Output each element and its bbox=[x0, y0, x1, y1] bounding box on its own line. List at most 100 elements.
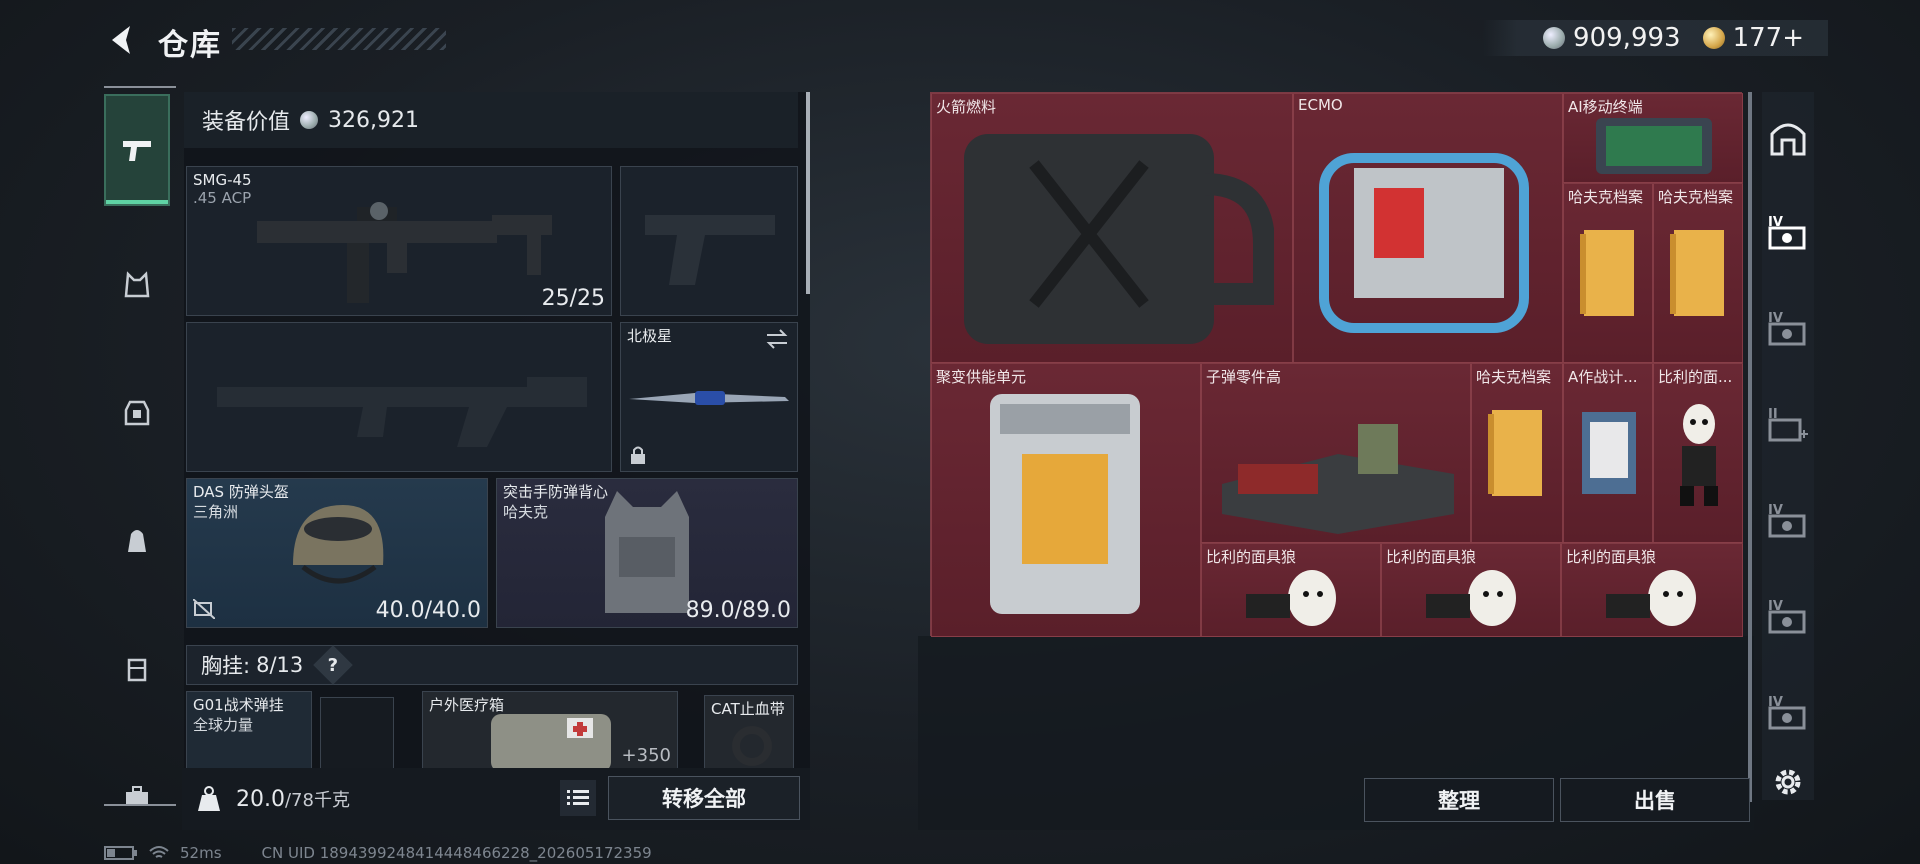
category-tab-backpack[interactable] bbox=[104, 506, 170, 576]
rail-stash-page-2[interactable]: IV bbox=[1766, 306, 1810, 350]
body-armor-icon bbox=[605, 491, 689, 613]
swap-icon bbox=[766, 329, 788, 349]
vest-item-slot[interactable]: G01战术弹挂 全球力量 bbox=[186, 691, 312, 771]
pistol-icon bbox=[123, 141, 151, 161]
stash-item-fusion-unit[interactable]: 聚变供能单元 bbox=[931, 363, 1201, 637]
vest-medkit-slot[interactable]: 户外医疗箱 +350 bbox=[422, 691, 678, 771]
stash-item-billy-wolf[interactable]: 比利的面具狼 bbox=[1381, 543, 1561, 637]
vest-item-name: G01战术弹挂 bbox=[193, 696, 284, 714]
melee-name: 北极星 bbox=[627, 327, 673, 345]
medkit-icon bbox=[491, 714, 611, 770]
sort-button[interactable]: 整理 bbox=[1364, 778, 1554, 822]
wifi-icon bbox=[149, 846, 169, 858]
item-label: 比利的面... bbox=[1658, 368, 1733, 386]
chest-rig-capacity: 8/13 bbox=[256, 653, 304, 677]
chest-rig-header: 胸挂: 8/13 ? bbox=[186, 645, 798, 685]
stash-item-ammo-parts[interactable]: 子弹零件高 bbox=[1201, 363, 1471, 543]
stash-item-billy-wolf[interactable]: 比利的面具狼 bbox=[1561, 543, 1743, 637]
silver-currency-amount: 909,993 bbox=[1573, 23, 1681, 53]
stash-scrollbar[interactable] bbox=[1748, 92, 1752, 802]
rail-stash-page-4[interactable]: IV bbox=[1766, 498, 1810, 542]
container-tier-icon: II bbox=[1768, 407, 1808, 442]
pistol-silhouette-icon bbox=[645, 215, 775, 285]
item-label: 哈夫克档案 bbox=[1476, 368, 1552, 386]
rail-stash-page-6[interactable]: IV bbox=[1766, 690, 1810, 734]
stash-item-ecmo[interactable]: ECMO bbox=[1293, 93, 1563, 363]
container-tier-icon: IV bbox=[1768, 503, 1806, 538]
stash-item-dossier[interactable]: 哈夫克档案 bbox=[1653, 183, 1743, 363]
sidearm-slot-empty[interactable] bbox=[620, 166, 798, 316]
back-button[interactable] bbox=[100, 18, 144, 62]
category-tab-toolbox[interactable] bbox=[104, 762, 170, 832]
weight-max: /78千克 bbox=[284, 790, 350, 811]
toolbox-icon bbox=[126, 786, 148, 806]
vest-item-name: CAT止血带 bbox=[711, 700, 785, 718]
equipment-panel: 装备价值 326,921 SMG-45 .45 ACP 25/25 北极星 DA… bbox=[182, 92, 810, 830]
case-icon bbox=[127, 658, 147, 682]
puppet-icon bbox=[1680, 404, 1718, 506]
dossier-icon bbox=[1580, 230, 1634, 316]
weapon-ammo: 25/25 bbox=[541, 286, 605, 311]
container-tier-icon: IV bbox=[1768, 695, 1806, 730]
category-tab-vest[interactable] bbox=[104, 250, 170, 320]
helmet-durability: 40.0/40.0 bbox=[375, 598, 481, 623]
transfer-all-button[interactable]: 转移全部 bbox=[608, 776, 800, 820]
category-rail-bottom-divider bbox=[104, 804, 176, 806]
equipment-bottom-bar: 20.0/78千克 转移全部 bbox=[182, 768, 810, 830]
notebook-icon bbox=[1582, 412, 1636, 494]
category-tab-weapons[interactable] bbox=[104, 94, 170, 206]
power-cell-icon bbox=[990, 394, 1140, 614]
stash-item-billy-puppet[interactable]: 比利的面... bbox=[1653, 363, 1743, 543]
rail-stash-page-1[interactable]: IV bbox=[1766, 210, 1810, 254]
battery-icon bbox=[104, 846, 137, 860]
uid-readout: CN UID 1894399248414448466228_2026051723… bbox=[261, 844, 652, 862]
gold-currency-amount[interactable]: 177+ bbox=[1733, 23, 1804, 53]
sell-button[interactable]: 出售 bbox=[1560, 778, 1750, 822]
weight-current: 20.0 bbox=[236, 787, 285, 812]
gear-icon bbox=[1775, 769, 1801, 795]
puppet-icon bbox=[1606, 570, 1696, 626]
armor-name: 突击手防弹背心 bbox=[503, 483, 609, 501]
equipment-value-header: 装备价值 326,921 bbox=[184, 92, 798, 148]
settings-button[interactable] bbox=[1762, 760, 1814, 804]
gold-coin-icon bbox=[1702, 27, 1725, 49]
category-tab-armor[interactable] bbox=[104, 378, 170, 448]
stash-item-billy-wolf[interactable]: 比利的面具狼 bbox=[1201, 543, 1381, 637]
stash-item-dossier[interactable]: 哈夫克档案 bbox=[1471, 363, 1563, 543]
vest-empty-slot[interactable] bbox=[320, 697, 394, 771]
armor-durability: 89.0/89.0 bbox=[685, 598, 791, 623]
help-button[interactable]: ? bbox=[313, 645, 354, 685]
helmet-slot[interactable]: DAS 防弹头盔 三角洲 40.0/40.0 bbox=[186, 478, 488, 628]
primary-weapon-slot[interactable]: SMG-45 .45 ACP 25/25 bbox=[186, 166, 612, 316]
melee-slot[interactable]: 北极星 bbox=[620, 322, 798, 472]
ammo-crate-icon bbox=[1222, 424, 1454, 534]
rail-stash-page-5[interactable]: IV bbox=[1766, 594, 1810, 638]
armor-slot[interactable]: 突击手防弹背心 哈夫克 89.0/89.0 bbox=[496, 478, 798, 628]
vest-tourniquet-slot[interactable]: CAT止血带 bbox=[704, 695, 794, 771]
rail-home-stash[interactable] bbox=[1766, 116, 1810, 160]
secondary-weapon-slot-empty[interactable] bbox=[186, 322, 612, 472]
lock-icon bbox=[631, 446, 645, 464]
silver-coin-icon bbox=[1543, 27, 1566, 49]
item-label: 子弹零件高 bbox=[1206, 368, 1282, 386]
category-tab-case[interactable] bbox=[104, 634, 170, 704]
page-title: 仓库 bbox=[158, 28, 222, 63]
chest-rig-label: 胸挂: bbox=[201, 654, 251, 678]
stash-item-ops-plan[interactable]: A作战计... bbox=[1563, 363, 1653, 543]
smg-icon bbox=[257, 202, 552, 303]
ping-readout: 52ms bbox=[180, 844, 222, 862]
rifle-silhouette-icon bbox=[217, 377, 587, 447]
rail-stash-page-3[interactable]: II bbox=[1766, 402, 1810, 446]
item-label: 哈夫克档案 bbox=[1658, 188, 1734, 206]
item-label: ECMO bbox=[1298, 96, 1343, 114]
equipment-scrollbar[interactable] bbox=[806, 92, 810, 294]
list-view-button[interactable] bbox=[560, 780, 596, 816]
vest-item-extra: +350 bbox=[621, 745, 671, 766]
stash-item-rocket-fuel[interactable]: 火箭燃料 bbox=[931, 93, 1293, 363]
tablet-icon bbox=[1596, 118, 1712, 174]
stash-page-rail: IV IV II IV IV IV bbox=[1762, 92, 1814, 800]
ecmo-device-icon bbox=[1319, 153, 1529, 333]
stash-item-dossier[interactable]: 哈夫克档案 bbox=[1563, 183, 1653, 363]
broken-link-icon bbox=[193, 599, 215, 619]
stash-item-ai-terminal[interactable]: AI移动终端 bbox=[1563, 93, 1743, 183]
